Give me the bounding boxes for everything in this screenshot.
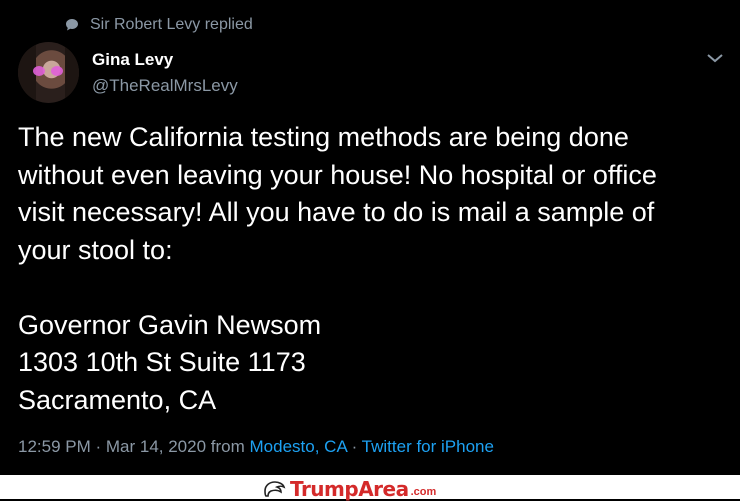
location-link[interactable]: Modesto, CA (250, 437, 347, 456)
tweet-text: The new California testing methods are b… (18, 122, 657, 415)
trump-hair-icon (264, 481, 286, 497)
social-context-label: Sir Robert Levy replied (90, 16, 253, 33)
avatar[interactable] (18, 42, 79, 103)
tweet-meta: 12:59 PM · Mar 14, 2020 from Modesto, CA… (18, 437, 494, 457)
author-handle[interactable]: @TheRealMrsLevy (92, 76, 238, 96)
from-label: from (210, 437, 245, 456)
author-name[interactable]: Gina Levy (92, 50, 173, 70)
meta-separator: · (351, 437, 358, 456)
timestamp[interactable]: 12:59 PM · Mar 14, 2020 (18, 437, 206, 456)
watermark-logo: TrumpArea .com (262, 477, 436, 501)
watermark-brand: TrumpArea (290, 477, 409, 501)
tweet-card: Sir Robert Levy replied Gina Levy @TheRe… (0, 0, 740, 475)
chevron-down-icon[interactable] (706, 52, 724, 64)
watermark-tld: .com (410, 486, 437, 498)
source-link[interactable]: Twitter for iPhone (362, 437, 494, 456)
social-context[interactable]: Sir Robert Levy replied (64, 16, 253, 34)
sunglasses (33, 66, 63, 76)
speech-bubble-icon (66, 19, 78, 31)
